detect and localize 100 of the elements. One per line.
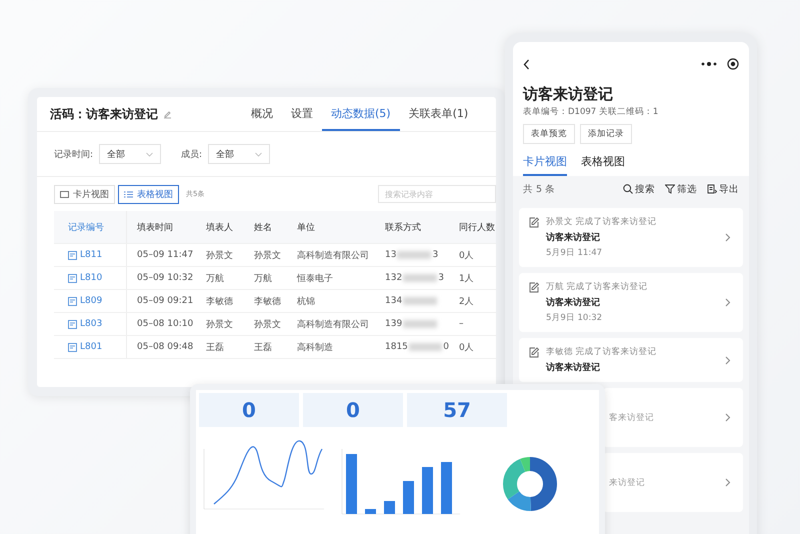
action-button[interactable]: 添加记录 xyxy=(580,124,632,144)
phone-suffix: 0 xyxy=(443,342,449,352)
record-link[interactable]: L811 xyxy=(54,244,127,266)
activity-text: 万航 完成了访客来访登记 xyxy=(546,281,648,293)
form-icon xyxy=(68,296,77,306)
card-date: 5月9日 10:32 xyxy=(545,312,604,324)
table-cell-text: 李敏德 xyxy=(205,296,234,308)
table-cell-text: 高科制造有限公司 xyxy=(296,318,370,330)
column-header: 姓名 xyxy=(253,222,273,234)
chart-bar xyxy=(441,462,452,514)
edit-form-icon xyxy=(529,346,540,358)
chart-bar xyxy=(422,467,433,514)
action-button[interactable]: 表单预览 xyxy=(523,124,575,144)
form-icon xyxy=(68,342,77,352)
chart-bar xyxy=(365,509,376,514)
table-cell-text: 高科制造 xyxy=(296,342,334,354)
record-card[interactable]: 万航 完成了访客来访登记 访客来访登记 5月9日 10:32 xyxy=(519,273,743,332)
record-card[interactable]: 孙景文 完成了访客来访登记 访客来访登记 5月9日 11:47 xyxy=(519,208,743,267)
stat-number: 0 xyxy=(346,398,360,422)
chevron-down-icon xyxy=(146,152,154,156)
activity-text: 客来访登记 xyxy=(609,412,655,424)
table-cell-text: 2人 xyxy=(458,296,475,308)
phone-prefix: 1815 xyxy=(385,342,408,352)
table-cell-text: 1人 xyxy=(458,272,475,284)
record-link[interactable]: L810 xyxy=(54,267,127,289)
tab[interactable]: 概况 xyxy=(242,97,282,131)
toolbar-button[interactable]: 导出 xyxy=(707,182,739,196)
table-cell-text: 孙景文 xyxy=(205,250,234,262)
column-header: 单位 xyxy=(296,222,316,234)
toolbar-button[interactable]: 搜索 xyxy=(623,182,655,196)
pencil-icon[interactable] xyxy=(163,110,172,118)
table-cell-text: – xyxy=(458,319,464,329)
dropdown[interactable]: 全部 xyxy=(208,144,270,164)
table-cell-text: 05–09 11:47 xyxy=(136,250,194,260)
table-cell-text: 05–09 09:21 xyxy=(136,296,194,306)
filter-label: 成员: xyxy=(181,148,202,160)
table-cell-text: 王磊 xyxy=(253,342,273,354)
document-icon xyxy=(707,184,717,194)
view-toggle[interactable]: 表格视图 xyxy=(118,184,179,204)
column-header: 填表时间 xyxy=(136,222,174,234)
record-link[interactable]: L803 xyxy=(54,313,127,335)
chart-bar xyxy=(403,481,414,514)
phone-prefix: 132 xyxy=(385,273,402,283)
target-icon[interactable] xyxy=(727,58,739,70)
table-cell-text: 杭锦 xyxy=(296,296,316,308)
column-header: 联系方式 xyxy=(384,222,422,234)
table-cell-text: 0人 xyxy=(458,342,475,354)
phone-prefix: 139 xyxy=(385,319,402,329)
table-cell-text: 孙景文 xyxy=(205,318,234,330)
phone-suffix: 3 xyxy=(438,273,444,283)
phone-prefix: 134 xyxy=(385,296,402,306)
table-cell-text: 05–09 10:32 xyxy=(136,273,194,283)
record-count: 共 5 条 xyxy=(523,182,556,196)
table-cell-text: 王磊 xyxy=(205,342,225,354)
tab[interactable]: 动态数据(5) xyxy=(322,97,400,131)
activity-text: 李敏德 完成了访客来访登记 xyxy=(546,346,657,358)
list-icon xyxy=(124,190,133,198)
record-card[interactable]: 李敏德 完成了访客来访登记 访客来访登记 xyxy=(519,338,743,382)
redaction-blur xyxy=(403,274,438,282)
form-meta: 表单编号：D1097 关联二维码：1 xyxy=(522,106,660,118)
tab[interactable]: 设置 xyxy=(282,97,322,131)
form-icon xyxy=(68,320,77,328)
phone-suffix: 3 xyxy=(432,250,438,260)
view-toggle[interactable]: 卡片视图 xyxy=(54,184,115,204)
tab[interactable]: 表格视图 xyxy=(581,154,625,176)
table-cell-text: 恒泰电子 xyxy=(296,272,334,284)
chart-bar xyxy=(384,501,395,514)
column-header: 填表人 xyxy=(205,222,234,234)
table-cell-text: 孙景文 xyxy=(253,318,282,330)
search-field[interactable]: 搜索记录内容 xyxy=(378,185,496,203)
card-title: 访客来访登记 xyxy=(544,361,601,374)
redaction-blur xyxy=(408,343,442,351)
record-link[interactable]: L801 xyxy=(54,336,127,358)
card-icon xyxy=(60,190,69,198)
column-header: 同行人数 xyxy=(458,222,496,234)
chevron-down-icon xyxy=(255,152,262,156)
more-icon[interactable] xyxy=(701,62,717,66)
table-cell-text: 0人 xyxy=(458,250,475,262)
stat-number: 57 xyxy=(443,398,471,422)
card-title: 访客来访登记 xyxy=(544,296,601,309)
activity-text: 孙景文 完成了访客来访登记 xyxy=(546,216,657,228)
chart-bar xyxy=(346,454,357,514)
redaction-blur xyxy=(403,320,438,328)
table-cell-text: 05–08 09:48 xyxy=(136,342,194,352)
redaction-blur xyxy=(403,297,438,305)
dropdown[interactable]: 全部 xyxy=(99,144,162,164)
activity-text: 来访登记 xyxy=(609,476,646,488)
back-icon[interactable] xyxy=(523,58,530,70)
stat-number: 0 xyxy=(242,398,256,422)
chevron-right-icon xyxy=(725,298,731,307)
record-link[interactable]: L809 xyxy=(54,290,127,312)
form-icon xyxy=(68,250,77,260)
chevron-right-icon xyxy=(725,478,731,487)
filter-label: 记录时间: xyxy=(54,148,94,160)
table-cell-text: 孙景文 xyxy=(253,250,282,262)
page-title: 活码：访客来访登记 xyxy=(50,106,158,122)
toolbar-button[interactable]: 筛选 xyxy=(665,182,697,196)
chevron-right-icon xyxy=(725,356,731,364)
tab[interactable]: 关联表单(1) xyxy=(400,97,478,131)
filter-icon xyxy=(665,184,675,194)
